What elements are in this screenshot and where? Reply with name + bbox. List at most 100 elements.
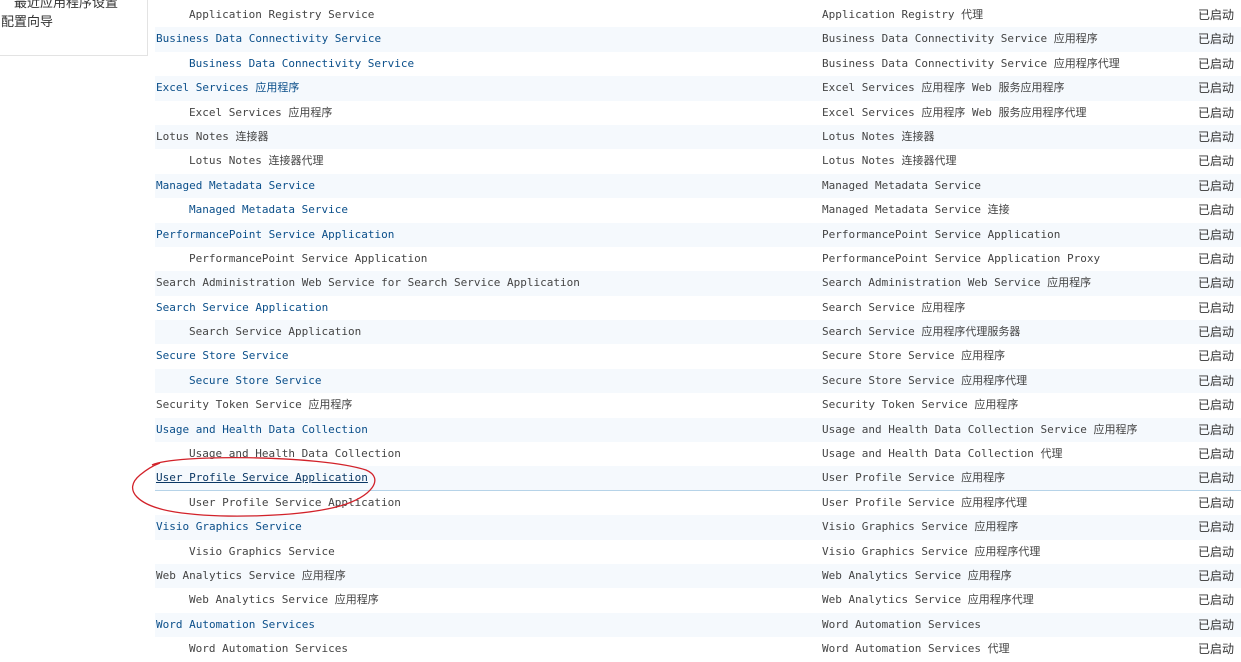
- status-text: 已启动: [1198, 520, 1235, 535]
- table-row[interactable]: User Profile Service Application User Pro…: [155, 466, 1241, 491]
- nav-item-recent-settings[interactable]: 最近应用程序设置: [14, 0, 118, 11]
- service-application-name[interactable]: Excel Services 应用程序: [156, 76, 299, 100]
- service-application-name[interactable]: Word Automation Services: [156, 613, 315, 637]
- status-text: 已启动: [1198, 105, 1235, 120]
- service-type: Secure Store Service 应用程序代理: [822, 373, 1028, 387]
- status-text: 已启动: [1198, 129, 1235, 144]
- table-row[interactable]: Word Automation Services Word Automation …: [155, 637, 1241, 661]
- service-application-name: Search Administration Web Service for Se…: [156, 276, 580, 290]
- service-type: User Profile Service 应用程序: [822, 471, 1006, 485]
- status-text: 已启动: [1198, 227, 1235, 242]
- table-row[interactable]: Web Analytics Service 应用程序 Web Analytics …: [155, 588, 1241, 612]
- table-row[interactable]: Usage and Health Data Collection Usage an…: [155, 442, 1241, 466]
- table-row[interactable]: Secure Store Service Secure Store Service…: [155, 344, 1241, 368]
- service-type: Secure Store Service 应用程序: [822, 349, 1006, 363]
- table-row[interactable]: Search Administration Web Service for Se…: [155, 271, 1241, 296]
- status-text: 已启动: [1198, 56, 1235, 71]
- service-application-name[interactable]: Business Data Connectivity Service: [156, 27, 381, 51]
- status-text: 已启动: [1198, 178, 1235, 193]
- status-text: 已启动: [1198, 617, 1235, 632]
- table-row[interactable]: Excel Services 应用程序 Excel Services 应用程序 W…: [155, 76, 1241, 101]
- service-type: PerformancePoint Service Application: [822, 227, 1061, 241]
- table-row[interactable]: Excel Services 应用程序 Excel Services 应用程序 W…: [155, 101, 1241, 125]
- service-type: Usage and Health Data Collection 代理: [822, 447, 1063, 461]
- service-type: Lotus Notes 连接器代理: [822, 154, 957, 168]
- service-application-name[interactable]: Managed Metadata Service: [156, 174, 315, 198]
- table-row[interactable]: Business Data Connectivity Service Busine…: [155, 52, 1241, 76]
- service-type: Application Registry 代理: [822, 8, 984, 21]
- service-application-name[interactable]: Visio Graphics Service: [156, 515, 302, 539]
- status-text: 已启动: [1198, 154, 1235, 169]
- service-application-name[interactable]: PerformancePoint Service Application: [156, 223, 394, 247]
- table-row[interactable]: Usage and Health Data Collection Usage an…: [155, 417, 1241, 443]
- table-row[interactable]: Secure Store Service Secure Store Service…: [155, 368, 1241, 394]
- service-proxy-name: Search Service Application: [189, 325, 362, 339]
- service-application-name[interactable]: Secure Store Service: [156, 344, 288, 368]
- table-row[interactable]: PerformancePoint Service Application Perf…: [155, 247, 1241, 271]
- table-row[interactable]: User Profile Service Application User Pro…: [155, 491, 1241, 515]
- table-row[interactable]: Web Analytics Service 应用程序 Web Analytics …: [155, 563, 1241, 589]
- service-type: Word Automation Services 代理: [822, 642, 1010, 656]
- table-row[interactable]: Visio Graphics Service Visio Graphics Ser…: [155, 540, 1241, 564]
- status-text: 已启动: [1198, 32, 1235, 47]
- service-type: Managed Metadata Service: [822, 178, 981, 192]
- service-type: Security Token Service 应用程序: [822, 398, 1019, 412]
- nav-item-configuration-wizard[interactable]: 配置向导: [1, 11, 53, 30]
- service-type: Web Analytics Service 应用程序: [822, 568, 1012, 582]
- table-row[interactable]: Managed Metadata Service Managed Metadata…: [155, 198, 1241, 222]
- service-type: Search Administration Web Service 应用程序: [822, 276, 1092, 290]
- table-row[interactable]: Word Automation Services Word Automation …: [155, 612, 1241, 638]
- status-text: 已启动: [1198, 447, 1235, 462]
- status-text: 已启动: [1198, 373, 1235, 388]
- table-row[interactable]: Managed Metadata Service Managed Metadata…: [155, 173, 1241, 199]
- status-text: 已启动: [1198, 642, 1235, 657]
- service-type: Search Service 应用程序代理服务器: [822, 325, 1021, 339]
- service-proxy-name: Application Registry Service: [189, 8, 375, 21]
- status-text: 已启动: [1198, 276, 1235, 291]
- table-row[interactable]: PerformancePoint Service Application Perf…: [155, 222, 1241, 247]
- service-proxy-name[interactable]: Secure Store Service: [189, 369, 321, 393]
- status-text: 已启动: [1198, 251, 1235, 266]
- service-proxy-name[interactable]: Managed Metadata Service: [189, 198, 348, 222]
- service-type: Business Data Connectivity Service 应用程序: [822, 32, 1098, 46]
- service-proxy-name: Lotus Notes 连接器代理: [189, 154, 324, 168]
- service-type: Visio Graphics Service 应用程序: [822, 520, 1019, 534]
- service-type: Search Service 应用程序: [822, 300, 966, 314]
- service-applications-table: Application Registry Service Application …: [155, 3, 1241, 662]
- left-navigation: 最近应用程序设置 配置向导: [0, 0, 148, 56]
- service-proxy-name: Usage and Health Data Collection: [189, 447, 401, 461]
- service-type: Lotus Notes 连接器: [822, 129, 935, 143]
- service-type: Business Data Connectivity Service 应用程序代…: [822, 56, 1120, 70]
- table-row[interactable]: Lotus Notes 连接器 Lotus Notes 连接器 已启动: [155, 124, 1241, 150]
- table-row[interactable]: Search Service Application Search Service…: [155, 296, 1241, 320]
- status-text: 已启动: [1198, 203, 1235, 218]
- service-type: Web Analytics Service 应用程序代理: [822, 593, 1034, 607]
- service-proxy-name: Excel Services 应用程序: [189, 105, 333, 119]
- table-row[interactable]: Visio Graphics Service Visio Graphics Ser…: [155, 515, 1241, 540]
- service-application-name: Lotus Notes 连接器: [156, 129, 269, 143]
- service-proxy-name: Web Analytics Service 应用程序: [189, 593, 379, 607]
- table-row[interactable]: Lotus Notes 连接器代理 Lotus Notes 连接器代理 已启动: [155, 149, 1241, 173]
- table-row[interactable]: Application Registry Service Application …: [155, 3, 1241, 27]
- service-proxy-name[interactable]: Business Data Connectivity Service: [189, 52, 414, 76]
- service-type: User Profile Service 应用程序代理: [822, 495, 1028, 509]
- status-text: 已启动: [1198, 422, 1235, 437]
- service-application-name: Security Token Service 应用程序: [156, 398, 353, 412]
- table-row[interactable]: Search Service Application Search Service…: [155, 320, 1241, 345]
- status-text: 已启动: [1198, 325, 1235, 340]
- status-text: 已启动: [1198, 300, 1235, 315]
- table-row[interactable]: Security Token Service 应用程序 Security Toke…: [155, 393, 1241, 417]
- status-text: 已启动: [1198, 544, 1235, 559]
- service-type: Visio Graphics Service 应用程序代理: [822, 544, 1041, 558]
- service-proxy-name: PerformancePoint Service Application: [189, 251, 428, 265]
- service-type: Excel Services 应用程序 Web 服务应用程序代理: [822, 105, 1087, 119]
- service-type: Word Automation Services: [822, 617, 981, 631]
- status-text: 已启动: [1198, 8, 1235, 22]
- service-type: PerformancePoint Service Application Pro…: [822, 251, 1101, 265]
- service-type: Usage and Health Data Collection Service…: [822, 422, 1138, 436]
- service-application-name[interactable]: User Profile Service Application: [156, 466, 368, 490]
- table-row[interactable]: Business Data Connectivity Service Busine…: [155, 27, 1241, 52]
- service-proxy-name: User Profile Service Application: [189, 495, 401, 509]
- service-application-name[interactable]: Usage and Health Data Collection: [156, 418, 368, 442]
- service-application-name[interactable]: Search Service Application: [156, 296, 328, 320]
